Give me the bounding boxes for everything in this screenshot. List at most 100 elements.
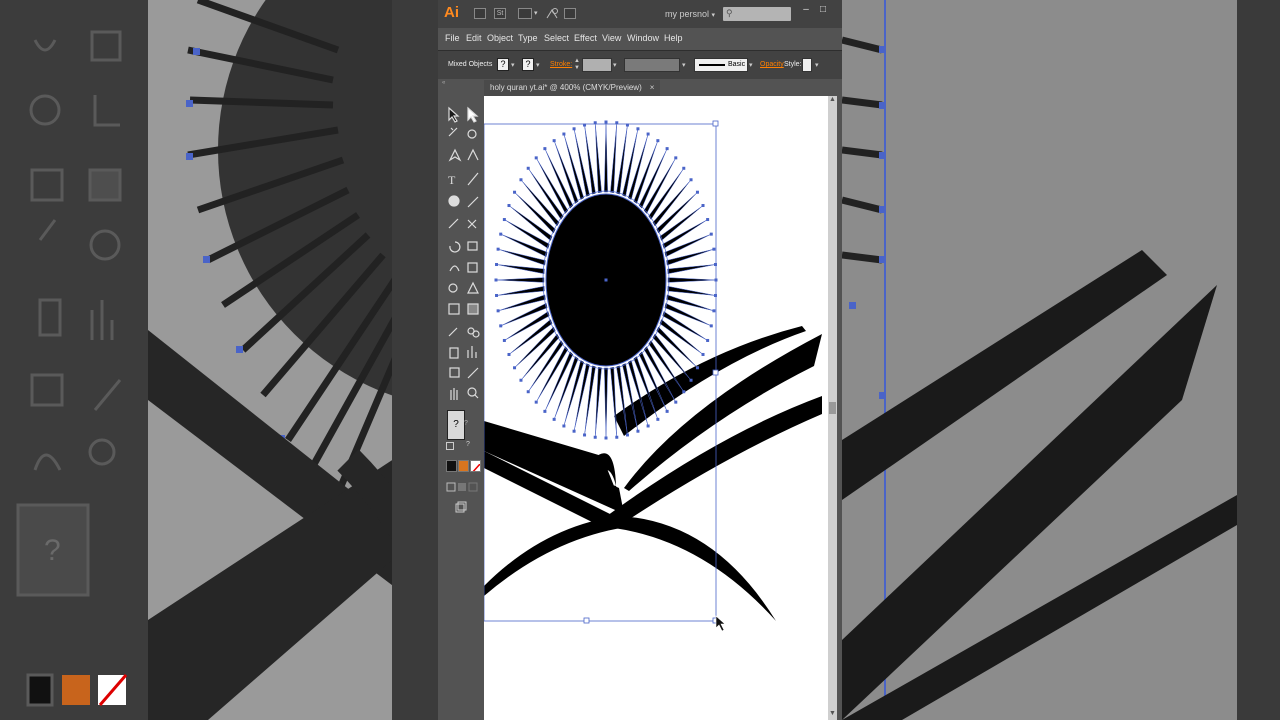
restore-button[interactable]: □ — [817, 5, 829, 15]
artboard-canvas[interactable] — [484, 96, 828, 720]
menu-select[interactable]: Select — [544, 33, 569, 43]
anchor-point[interactable] — [656, 417, 660, 421]
menu-help[interactable]: Help — [664, 33, 683, 43]
anchor-point[interactable] — [499, 324, 503, 328]
anchor-point[interactable] — [712, 247, 716, 251]
stroke-weight-field[interactable] — [582, 58, 612, 72]
collapse-panel-icon[interactable]: « — [442, 80, 482, 86]
anchor-point[interactable] — [701, 204, 705, 208]
variable-width-profile[interactable] — [624, 58, 680, 72]
sun-ray[interactable] — [573, 363, 590, 432]
sun-ray[interactable] — [495, 277, 545, 283]
bridge-icon[interactable] — [474, 8, 486, 19]
anchor-point[interactable] — [513, 366, 517, 370]
anchor-point[interactable] — [562, 424, 566, 428]
sun-ray[interactable] — [500, 233, 548, 258]
screen-mode-icon[interactable] — [455, 500, 467, 513]
stroke-weight-chevron-icon[interactable]: ▾ — [613, 61, 617, 69]
menu-window[interactable]: Window — [627, 33, 659, 43]
sun-ray[interactable] — [604, 121, 608, 193]
stroke-weight-stepper[interactable]: ▲ ▼ — [574, 58, 580, 72]
anchor-point[interactable] — [519, 178, 523, 182]
anchor-point[interactable] — [534, 156, 538, 160]
anchor-point[interactable] — [695, 190, 699, 194]
menu-type[interactable]: Type — [518, 33, 538, 43]
anchor-point[interactable] — [674, 156, 678, 160]
anchor-point[interactable] — [604, 120, 608, 124]
anchor-point[interactable] — [495, 263, 499, 267]
anchor-point[interactable] — [572, 127, 576, 131]
anchor-point[interactable] — [572, 429, 576, 433]
anchor-point[interactable] — [665, 409, 669, 413]
anchor-point[interactable] — [636, 429, 640, 433]
sun-ray[interactable] — [496, 285, 545, 296]
anchor-point[interactable] — [495, 293, 499, 297]
anchor-point[interactable] — [695, 366, 699, 370]
anchor-point[interactable] — [674, 400, 678, 404]
anchor-point[interactable] — [543, 147, 547, 151]
anchor-point[interactable] — [583, 433, 587, 437]
drawing-modes-icon[interactable] — [446, 480, 480, 492]
anchor-point[interactable] — [526, 390, 530, 394]
sun-ray[interactable] — [622, 128, 639, 197]
sun-ray[interactable] — [667, 277, 717, 283]
sun-ray[interactable] — [496, 264, 545, 275]
anchor-point[interactable] — [689, 178, 693, 182]
anchor-point[interactable] — [494, 278, 498, 282]
anchor-point[interactable] — [507, 204, 511, 208]
gradient-mode-icon[interactable] — [458, 460, 469, 472]
brush-chevron-icon[interactable]: ▾ — [749, 61, 753, 69]
graphic-style-swatch[interactable] — [802, 58, 812, 72]
anchor-point[interactable] — [682, 166, 686, 170]
anchor-point[interactable] — [706, 338, 710, 342]
arrange-documents-icon[interactable] — [518, 8, 532, 19]
minimize-button[interactable]: – — [800, 5, 812, 15]
fill-stroke-indicator[interactable]: ? — [447, 410, 465, 440]
stroke-panel-link[interactable]: Stroke: — [550, 61, 572, 68]
anchor-point[interactable] — [526, 166, 530, 170]
anchor-point[interactable] — [689, 378, 693, 382]
publish-icon[interactable] — [564, 8, 576, 19]
anchor-point[interactable] — [656, 139, 660, 143]
menu-file[interactable]: File — [445, 33, 460, 43]
anchor-point[interactable] — [534, 400, 538, 404]
sun-ray[interactable] — [664, 233, 712, 258]
anchor-point[interactable] — [502, 338, 506, 342]
stroke-indicator[interactable]: ? — [464, 420, 474, 434]
sun-ray[interactable] — [573, 128, 590, 197]
workspace-switcher[interactable]: my persnol ▾ — [665, 9, 715, 19]
anchor-point[interactable] — [507, 352, 511, 356]
sun-ray[interactable] — [664, 302, 712, 327]
anchor-point[interactable] — [513, 190, 517, 194]
scroll-up-icon[interactable]: ▲ — [828, 96, 837, 106]
sun-ray[interactable] — [610, 367, 618, 438]
anchor-point[interactable] — [636, 127, 640, 131]
anchor-point[interactable] — [709, 232, 713, 236]
stroke-chevron-icon[interactable]: ▾ — [536, 61, 540, 69]
sun-ray[interactable] — [500, 302, 548, 327]
brush-definition[interactable]: Basic — [694, 58, 748, 72]
help-search-input[interactable]: ⚲ — [723, 7, 791, 21]
sunburst-group[interactable] — [494, 120, 718, 440]
sun-ray[interactable] — [594, 122, 602, 193]
anchor-point[interactable] — [502, 218, 506, 222]
swap-colors-icon[interactable]: ? — [466, 441, 470, 448]
opacity-panel-link[interactable]: Opacity — [760, 61, 784, 68]
scroll-thumb[interactable] — [829, 402, 836, 414]
none-mode-icon[interactable] — [470, 460, 481, 472]
anchor-point[interactable] — [646, 424, 650, 428]
anchor-point[interactable] — [499, 232, 503, 236]
sun-ray[interactable] — [667, 285, 716, 296]
anchor-point[interactable] — [701, 352, 705, 356]
color-mode-icon[interactable] — [446, 460, 457, 472]
anchor-point[interactable] — [646, 132, 650, 136]
anchor-point[interactable] — [625, 433, 629, 437]
artwork[interactable] — [484, 96, 828, 720]
anchor-point[interactable] — [519, 378, 523, 382]
profile-chevron-icon[interactable]: ▾ — [682, 61, 686, 69]
fill-swatch[interactable]: ? — [497, 58, 509, 71]
anchor-point[interactable] — [713, 263, 717, 267]
anchor-point[interactable] — [712, 309, 716, 313]
anchor-point[interactable] — [552, 139, 556, 143]
anchor-point[interactable] — [709, 324, 713, 328]
